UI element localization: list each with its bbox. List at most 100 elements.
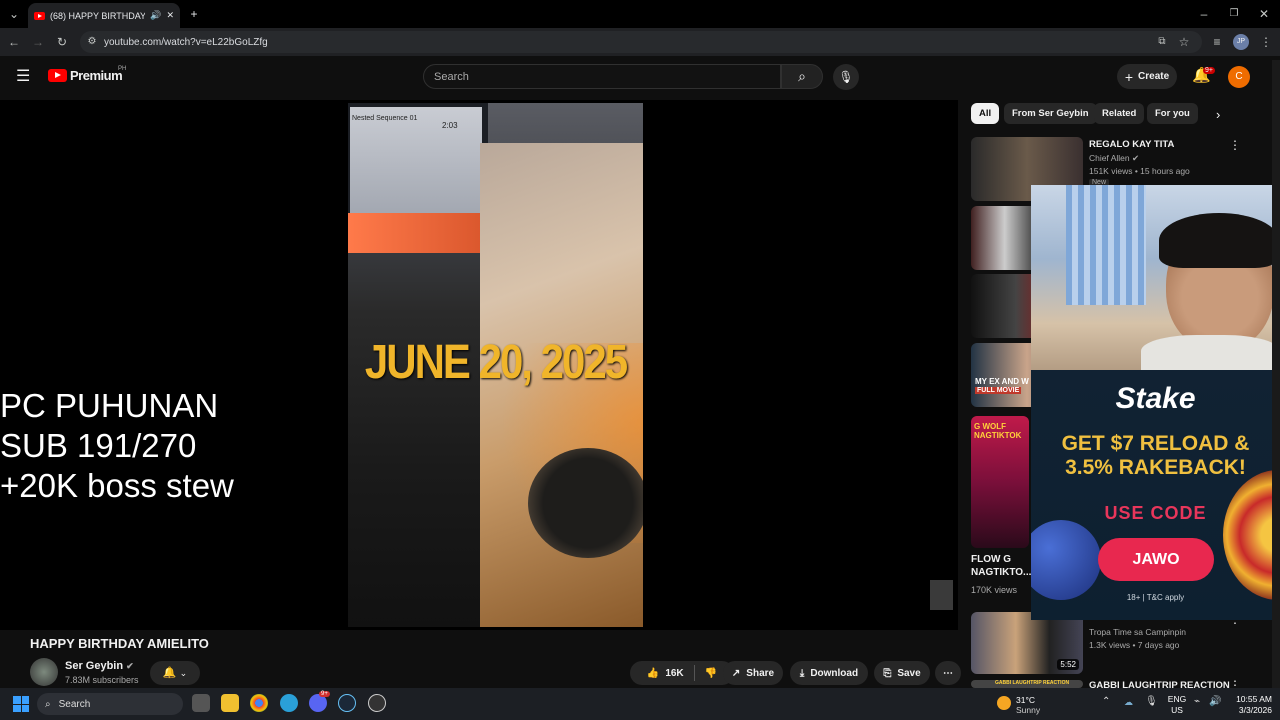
telegram-icon[interactable] (280, 694, 298, 712)
discord-badge: 9+ (319, 691, 330, 697)
back-icon[interactable]: ← (4, 28, 24, 56)
short-thumbnail[interactable]: G WOLF NAGTIKTOK (971, 416, 1029, 548)
search-icon: ⌕ (798, 68, 806, 84)
channel-avatar[interactable] (30, 658, 58, 686)
tray-mic-icon[interactable]: 🎙 (1145, 696, 1158, 707)
thumb-text-wolf: G WOLF NAGTIKTOK (974, 422, 1022, 440)
dislike-button[interactable]: 👎 (705, 668, 717, 679)
chip-all[interactable]: All (971, 103, 1000, 124)
ad-headline-line-1: GET $7 RELOAD & (1061, 432, 1250, 455)
ad-headline-line-2: 3.5% RAKEBACK! (1065, 456, 1246, 479)
region-code: US (1171, 705, 1183, 715)
channel-name[interactable]: Ser Geybin ✔ (65, 660, 134, 672)
video-title: HAPPY BIRTHDAY AMIELITO (30, 636, 209, 651)
restore-icon[interactable]: ❐ (1224, 0, 1244, 28)
channel-watermark[interactable] (930, 580, 953, 610)
channel-name-text: Ser Geybin (65, 660, 124, 672)
overlay-line-3: +20K boss stew (0, 467, 234, 504)
chips-next-icon[interactable]: › (1216, 107, 1220, 122)
screen-time: 2:03 (442, 121, 458, 130)
volume-icon[interactable]: 🔊 (1209, 696, 1221, 707)
file-explorer-icon[interactable] (221, 694, 239, 712)
ad-promo-code: JAWO (1098, 538, 1214, 581)
download-label: Download (810, 667, 859, 679)
install-app-icon[interactable]: ⧉ (1152, 28, 1172, 56)
screen-sequence-label: Nested Sequence 01 (352, 115, 418, 122)
chrome-icon[interactable] (250, 694, 268, 712)
short-views: 170K views (971, 585, 1018, 595)
task-view-icon[interactable] (192, 694, 210, 712)
system-clock[interactable]: 10:55 AM 3/3/2026 (1228, 694, 1272, 716)
save-button[interactable]: ⎘ Save (874, 661, 930, 685)
cloud-icon[interactable]: ☁ (1124, 697, 1133, 708)
tray-chevron-icon[interactable]: ⌃ (1102, 696, 1110, 707)
forward-icon[interactable]: → (28, 28, 48, 56)
voice-search-button[interactable]: 🎙 (833, 64, 859, 90)
bell-icon: 🔔 (162, 667, 177, 679)
create-button[interactable]: + Create (1117, 64, 1177, 89)
microphone-icon: 🎙 (838, 70, 854, 84)
tab-title: (68) HAPPY BIRTHDAY AMIE (50, 10, 146, 21)
subscription-bell-button[interactable]: 🔔 ⌄ (150, 661, 200, 685)
profile-avatar[interactable]: JP (1233, 34, 1249, 50)
divider (693, 665, 695, 681)
obs-icon[interactable] (368, 694, 386, 712)
search-button[interactable]: ⌕ (781, 64, 823, 89)
reload-icon[interactable]: ↻ (52, 28, 72, 56)
brand-premium[interactable]: Premium (70, 68, 123, 83)
search-input[interactable]: Search (423, 64, 781, 89)
windows-start-icon[interactable] (13, 696, 29, 712)
page-scrollbar[interactable] (1272, 60, 1280, 688)
webcam-shirt (1141, 335, 1280, 370)
verified-icon: ✔ (126, 661, 134, 671)
hamburger-menu-icon[interactable]: ☰ (16, 66, 30, 86)
media-control-icon[interactable]: ≡ (1207, 28, 1227, 56)
network-icon[interactable]: ⌁ (1194, 696, 1200, 707)
recommendation-thumbnail[interactable]: 5:52 (971, 612, 1083, 674)
browser-tab[interactable]: (68) HAPPY BIRTHDAY AMIE 🔊 ✕ (28, 3, 180, 28)
thumb-text-full-movie: FULL MOVIE (975, 387, 1022, 394)
tab-close-icon[interactable]: ✕ (166, 10, 174, 21)
create-label: Create (1138, 71, 1170, 82)
weather-sun-icon[interactable] (997, 696, 1011, 710)
youtube-favicon-icon (34, 11, 45, 20)
address-bar[interactable]: youtube.com/watch?v=eL22bGoLZfg (80, 31, 1202, 53)
stake-logo: Stake (1115, 382, 1196, 415)
more-horizontal-icon: ⋯ (943, 667, 953, 679)
plus-icon: + (1124, 68, 1134, 85)
taskbar-search-label: Search (58, 698, 91, 710)
chip-from-channel[interactable]: From Ser Geybin (1004, 103, 1097, 124)
more-vertical-icon[interactable]: ⋮ (1229, 138, 1241, 152)
recommendation-channel[interactable]: Tropa Time sa Campinpin (1089, 627, 1186, 637)
window-close-icon[interactable]: ✕ (1254, 0, 1274, 28)
monitor-image: Nested Sequence 01 2:03 (348, 103, 488, 253)
chevron-down-icon: ⌄ (179, 668, 188, 678)
recommendation-thumbnail[interactable]: GABBI LAUGHTRIP REACTION (971, 680, 1083, 688)
recommendation-title[interactable]: REGALO KAY TITA (1089, 139, 1174, 150)
short-title[interactable]: FLOW G NAGTIKTO... (971, 553, 1031, 579)
account-avatar[interactable]: C (1228, 66, 1250, 88)
input-language[interactable]: ENG US (1165, 694, 1189, 716)
minimize-icon[interactable]: – (1194, 0, 1214, 28)
tab-search-icon[interactable]: ⌄ (4, 0, 24, 28)
browser-menu-icon[interactable]: ⋮ (1256, 28, 1276, 56)
like-button[interactable]: 👍 16K (647, 668, 684, 679)
recommendation-channel[interactable]: Chief Allen ✔ (1089, 153, 1139, 164)
chip-related[interactable]: Related (1094, 103, 1145, 124)
share-button[interactable]: ↗ Share (723, 661, 783, 685)
taskbar-search[interactable]: ⌕ Search (37, 693, 183, 715)
video-date-overlay: JUNE 20, 2025 (364, 334, 628, 389)
steam-icon[interactable] (338, 694, 356, 712)
thumb-text-laughtrip: GABBI LAUGHTRIP REACTION (995, 680, 1070, 686)
chip-for-you[interactable]: For you (1147, 103, 1198, 124)
new-tab-icon[interactable]: + (184, 0, 204, 28)
recommendation-meta: 1.3K views • 7 days ago (1089, 640, 1180, 650)
download-button[interactable]: ⤓ Download (790, 661, 868, 685)
bookmark-star-icon[interactable]: ☆ (1174, 28, 1194, 56)
download-icon: ⤓ (799, 667, 805, 679)
site-info-icon[interactable]: ⚙ (82, 28, 102, 56)
ad-use-code: USE CODE (1104, 503, 1207, 523)
more-actions-button[interactable]: ⋯ (935, 661, 961, 685)
youtube-logo-icon[interactable] (48, 69, 67, 82)
webcam-overlay (1031, 185, 1280, 370)
